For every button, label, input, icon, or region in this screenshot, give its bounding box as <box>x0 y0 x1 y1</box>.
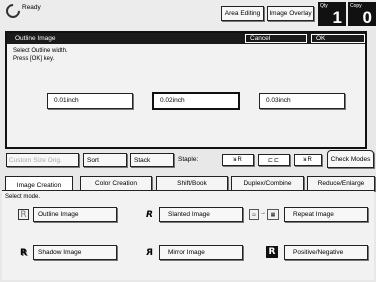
tab-shift-book[interactable]: Shift/Book <box>156 176 228 191</box>
dialog-message: Select Outline width. Press [OK] key. <box>13 47 68 63</box>
arrow-right-icon: → <box>260 210 266 216</box>
negative-R-icon: R <box>266 246 278 258</box>
dialog-message-line2: Press [OK] key. <box>13 56 55 62</box>
outline-image-button[interactable]: Outline Image <box>33 207 117 222</box>
repeat-image-icon: ▫ <box>249 209 259 220</box>
width-option-0-01[interactable]: 0.01inch <box>47 93 133 109</box>
slanted-image-button[interactable]: Slanted Image <box>159 207 243 222</box>
outline-image-dialog: Outline Image Cancel OK Select Outline w… <box>5 31 367 149</box>
staple-option-double-icon[interactable]: ⊏⊏ <box>258 154 290 166</box>
stack-button[interactable]: Stack <box>130 153 174 167</box>
slanted-R-icon: R <box>146 209 153 220</box>
shadow-R-icon: R <box>20 247 27 258</box>
width-option-0-03[interactable]: 0.03inch <box>259 93 345 109</box>
mirror-image-button[interactable]: Mirror Image <box>159 245 243 260</box>
status-text: Ready <box>22 4 41 11</box>
dialog-message-line1: Select Outline width. <box>13 48 68 54</box>
copy-counter: Copy 0 <box>348 2 376 26</box>
staple-option-top-icon[interactable]: ᴚR <box>222 154 254 166</box>
qty-counter: Qty 1 <box>318 2 346 26</box>
image-creation-panel: Select mode. R Outline Image R Slanted I… <box>2 190 374 280</box>
qty-label: Qty <box>320 3 328 9</box>
image-overlay-button[interactable]: Image Overlay <box>267 6 314 21</box>
tab-reduce-enlarge[interactable]: Reduce/Enlarge <box>307 176 375 191</box>
ok-button[interactable]: OK <box>311 34 365 43</box>
copy-label: Copy <box>350 3 362 9</box>
top-status-bar: Ready Area Editing Image Overlay Qty 1 C… <box>0 0 376 30</box>
select-mode-text: Select mode. <box>5 194 41 200</box>
staple-option-side-icon[interactable]: ᴚR <box>294 154 322 166</box>
tab-color-creation[interactable]: Color Creation <box>80 176 152 191</box>
sort-button[interactable]: Sort <box>83 153 127 167</box>
positive-negative-button[interactable]: Positive/Negative <box>284 245 368 260</box>
custom-size-orig-button[interactable]: Custom Size Orig. <box>6 153 79 167</box>
staple-label: Staple: <box>178 156 199 163</box>
outline-R-icon: R <box>18 209 29 220</box>
qty-value: 1 <box>332 8 342 27</box>
ready-icon <box>3 1 23 21</box>
repeat-grid-icon: ▦ <box>267 209 279 220</box>
width-option-0-02[interactable]: 0.02inch <box>153 93 239 109</box>
check-modes-button[interactable]: Check Modes <box>327 150 374 168</box>
shadow-image-button[interactable]: Shadow Image <box>33 245 117 260</box>
repeat-image-button[interactable]: Repeat Image <box>284 207 368 222</box>
tab-duplex-combine[interactable]: Duplex/Combine <box>231 176 304 191</box>
cancel-button[interactable]: Cancel <box>245 34 307 43</box>
mirror-R-icon: R <box>146 247 153 258</box>
area-editing-button[interactable]: Area Editing <box>221 6 264 21</box>
copy-value: 0 <box>362 8 372 27</box>
